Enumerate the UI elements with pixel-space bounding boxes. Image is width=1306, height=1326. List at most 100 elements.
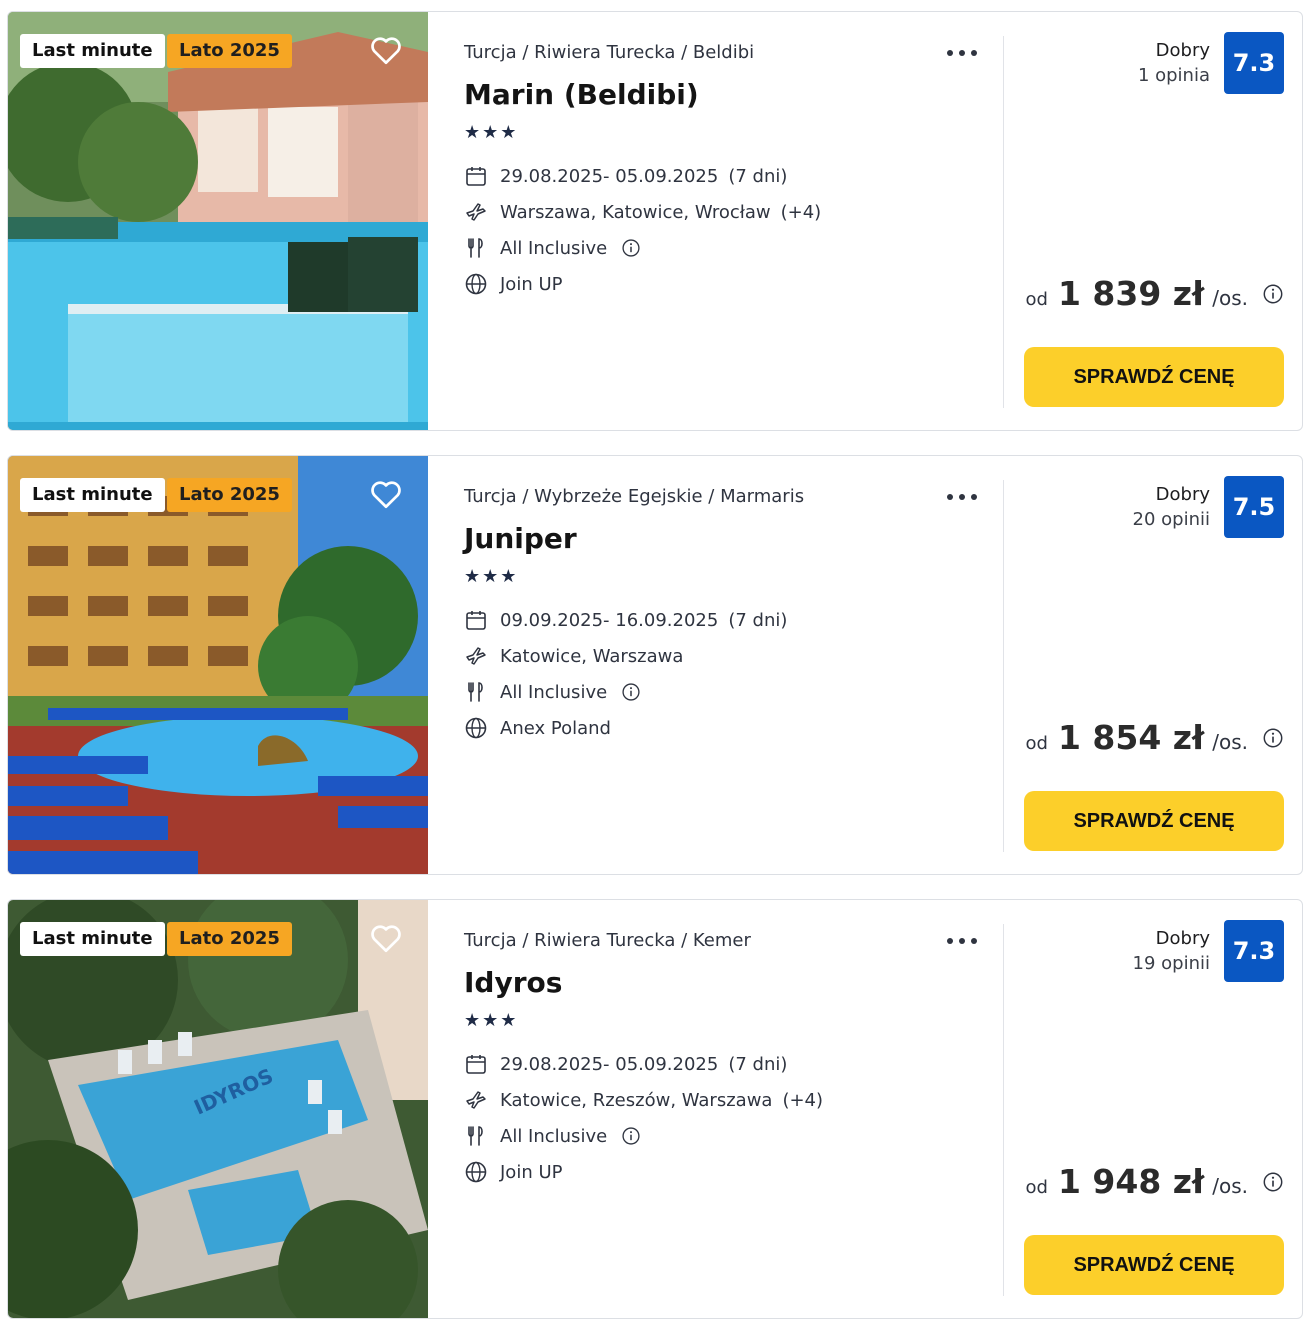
hotel-name[interactable]: Idyros — [464, 966, 562, 999]
duration-text: (7 dni) — [728, 609, 788, 631]
price-from: od — [1025, 733, 1048, 754]
price-per-person: /os. — [1212, 730, 1248, 754]
calendar-icon — [464, 1052, 488, 1076]
calendar-icon — [464, 608, 488, 632]
location-breadcrumb[interactable]: Turcja / Riwiera Turecka / Beldibi — [464, 42, 754, 63]
board-text: All Inclusive — [500, 1125, 608, 1147]
departures-more[interactable]: (+4) — [781, 202, 822, 223]
season-badge: Lato 2025 — [167, 922, 292, 956]
board-text: All Inclusive — [500, 681, 608, 703]
hotel-name[interactable]: Marin (Beldibi) — [464, 78, 699, 111]
operator-text: Join UP — [500, 273, 563, 295]
hotel-photo-image — [8, 12, 428, 430]
dates-row: 29.08.2025- 05.09.2025 (7 dni) — [464, 1050, 787, 1078]
departures-row: Warszawa, Katowice, Wrocław (+4) — [464, 198, 821, 226]
more-dots-icon[interactable] — [945, 40, 979, 64]
offer-card[interactable]: Last minute Lato 2025 Turcja / Riwiera T… — [7, 11, 1303, 431]
fork-knife-icon — [464, 236, 488, 260]
offer-card[interactable]: IDYROS Last minute Lato 2025 Turcja / Ri… — [7, 899, 1303, 1319]
price-from: od — [1025, 1177, 1048, 1198]
divider — [1003, 924, 1004, 1296]
board-row: All Inclusive — [464, 678, 641, 706]
hotel-photo-image — [8, 456, 428, 874]
location-breadcrumb[interactable]: Turcja / Wybrzeże Egejskie / Marmaris — [464, 486, 804, 507]
departures-row: Katowice, Warszawa — [464, 642, 693, 670]
price-row: od 1 854 zł /os. — [1026, 718, 1285, 757]
rating-label: Dobry — [1155, 40, 1210, 61]
more-dots-icon[interactable] — [945, 484, 979, 508]
offer-card[interactable]: Last minute Lato 2025 Turcja / Wybrzeże … — [7, 455, 1303, 875]
operator-row: Join UP — [464, 270, 562, 298]
info-icon[interactable] — [621, 682, 641, 702]
board-row: All Inclusive — [464, 1122, 641, 1150]
info-icon[interactable] — [621, 1126, 641, 1146]
offer-info: Turcja / Riwiera Turecka / Kemer Idyros … — [464, 900, 1004, 1318]
review-count: 20 opinii — [1132, 509, 1210, 530]
heart-icon[interactable] — [368, 32, 404, 68]
globe-icon — [464, 272, 488, 296]
globe-icon — [464, 716, 488, 740]
plane-icon — [464, 1088, 488, 1112]
offer-info: Turcja / Wybrzeże Egejskie / Marmaris Ju… — [464, 456, 1004, 874]
operator-text: Join UP — [500, 1161, 563, 1183]
departures-row: Katowice, Rzeszów, Warszawa (+4) — [464, 1086, 823, 1114]
hotel-photo[interactable]: IDYROS Last minute Lato 2025 — [8, 900, 428, 1318]
location-breadcrumb[interactable]: Turcja / Riwiera Turecka / Kemer — [464, 930, 751, 951]
rating-block[interactable]: Dobry 19 opinii 7.3 — [1133, 920, 1284, 982]
hotel-name[interactable]: Juniper — [464, 522, 577, 555]
info-icon[interactable] — [1262, 283, 1284, 305]
info-icon[interactable] — [1262, 727, 1284, 749]
season-badge: Lato 2025 — [167, 34, 292, 68]
calendar-icon — [464, 164, 488, 188]
rating-label: Dobry — [1155, 928, 1210, 949]
hotel-photo[interactable]: Last minute Lato 2025 — [8, 12, 428, 430]
rating-block[interactable]: Dobry 1 opinia 7.3 — [1138, 32, 1284, 94]
departures-text: Katowice, Warszawa — [500, 645, 684, 667]
departures-text: Katowice, Rzeszów, Warszawa — [500, 1089, 773, 1111]
info-icon[interactable] — [1262, 1171, 1284, 1193]
info-icon[interactable] — [621, 238, 641, 258]
globe-icon — [464, 1160, 488, 1184]
price-per-person: /os. — [1212, 1174, 1248, 1198]
check-price-button[interactable]: SPRAWDŹ CENĘ — [1024, 1235, 1284, 1295]
hotel-stars: ★★★ — [464, 566, 519, 587]
last-minute-badge: Last minute — [20, 478, 165, 512]
heart-icon[interactable] — [368, 920, 404, 956]
board-text: All Inclusive — [500, 237, 608, 259]
more-dots-icon[interactable] — [945, 928, 979, 952]
fork-knife-icon — [464, 680, 488, 704]
divider — [1003, 36, 1004, 408]
check-price-button[interactable]: SPRAWDŹ CENĘ — [1024, 347, 1284, 407]
rating-score: 7.3 — [1224, 920, 1284, 982]
duration-text: (7 dni) — [728, 165, 788, 187]
hotel-photo-image: IDYROS — [8, 900, 428, 1318]
dates-text: 09.09.2025- 16.09.2025 — [500, 609, 719, 631]
last-minute-badge: Last minute — [20, 922, 165, 956]
departures-text: Warszawa, Katowice, Wrocław — [500, 201, 771, 223]
price-row: od 1 948 zł /os. — [1026, 1162, 1285, 1201]
price-from: od — [1025, 289, 1048, 310]
season-badge: Lato 2025 — [167, 478, 292, 512]
last-minute-badge: Last minute — [20, 34, 165, 68]
price-per-person: /os. — [1212, 286, 1248, 310]
dates-text: 29.08.2025- 05.09.2025 — [500, 165, 719, 187]
dates-row: 29.08.2025- 05.09.2025 (7 dni) — [464, 162, 787, 190]
departures-more[interactable]: (+4) — [782, 1090, 823, 1111]
check-price-button[interactable]: SPRAWDŹ CENĘ — [1024, 791, 1284, 851]
operator-row: Anex Poland — [464, 714, 611, 742]
price-amount: 1 854 zł — [1057, 718, 1205, 757]
operator-text: Anex Poland — [500, 717, 611, 739]
plane-icon — [464, 644, 488, 668]
review-count: 19 opinii — [1132, 953, 1210, 974]
rating-score: 7.5 — [1224, 476, 1284, 538]
price-amount: 1 948 zł — [1057, 1162, 1205, 1201]
duration-text: (7 dni) — [728, 1053, 788, 1075]
plane-icon — [464, 200, 488, 224]
heart-icon[interactable] — [368, 476, 404, 512]
divider — [1003, 480, 1004, 852]
rating-block[interactable]: Dobry 20 opinii 7.5 — [1133, 476, 1284, 538]
price-row: od 1 839 zł /os. — [1026, 274, 1285, 313]
review-count: 1 opinia — [1137, 65, 1210, 86]
hotel-photo[interactable]: Last minute Lato 2025 — [8, 456, 428, 874]
dates-row: 09.09.2025- 16.09.2025 (7 dni) — [464, 606, 787, 634]
